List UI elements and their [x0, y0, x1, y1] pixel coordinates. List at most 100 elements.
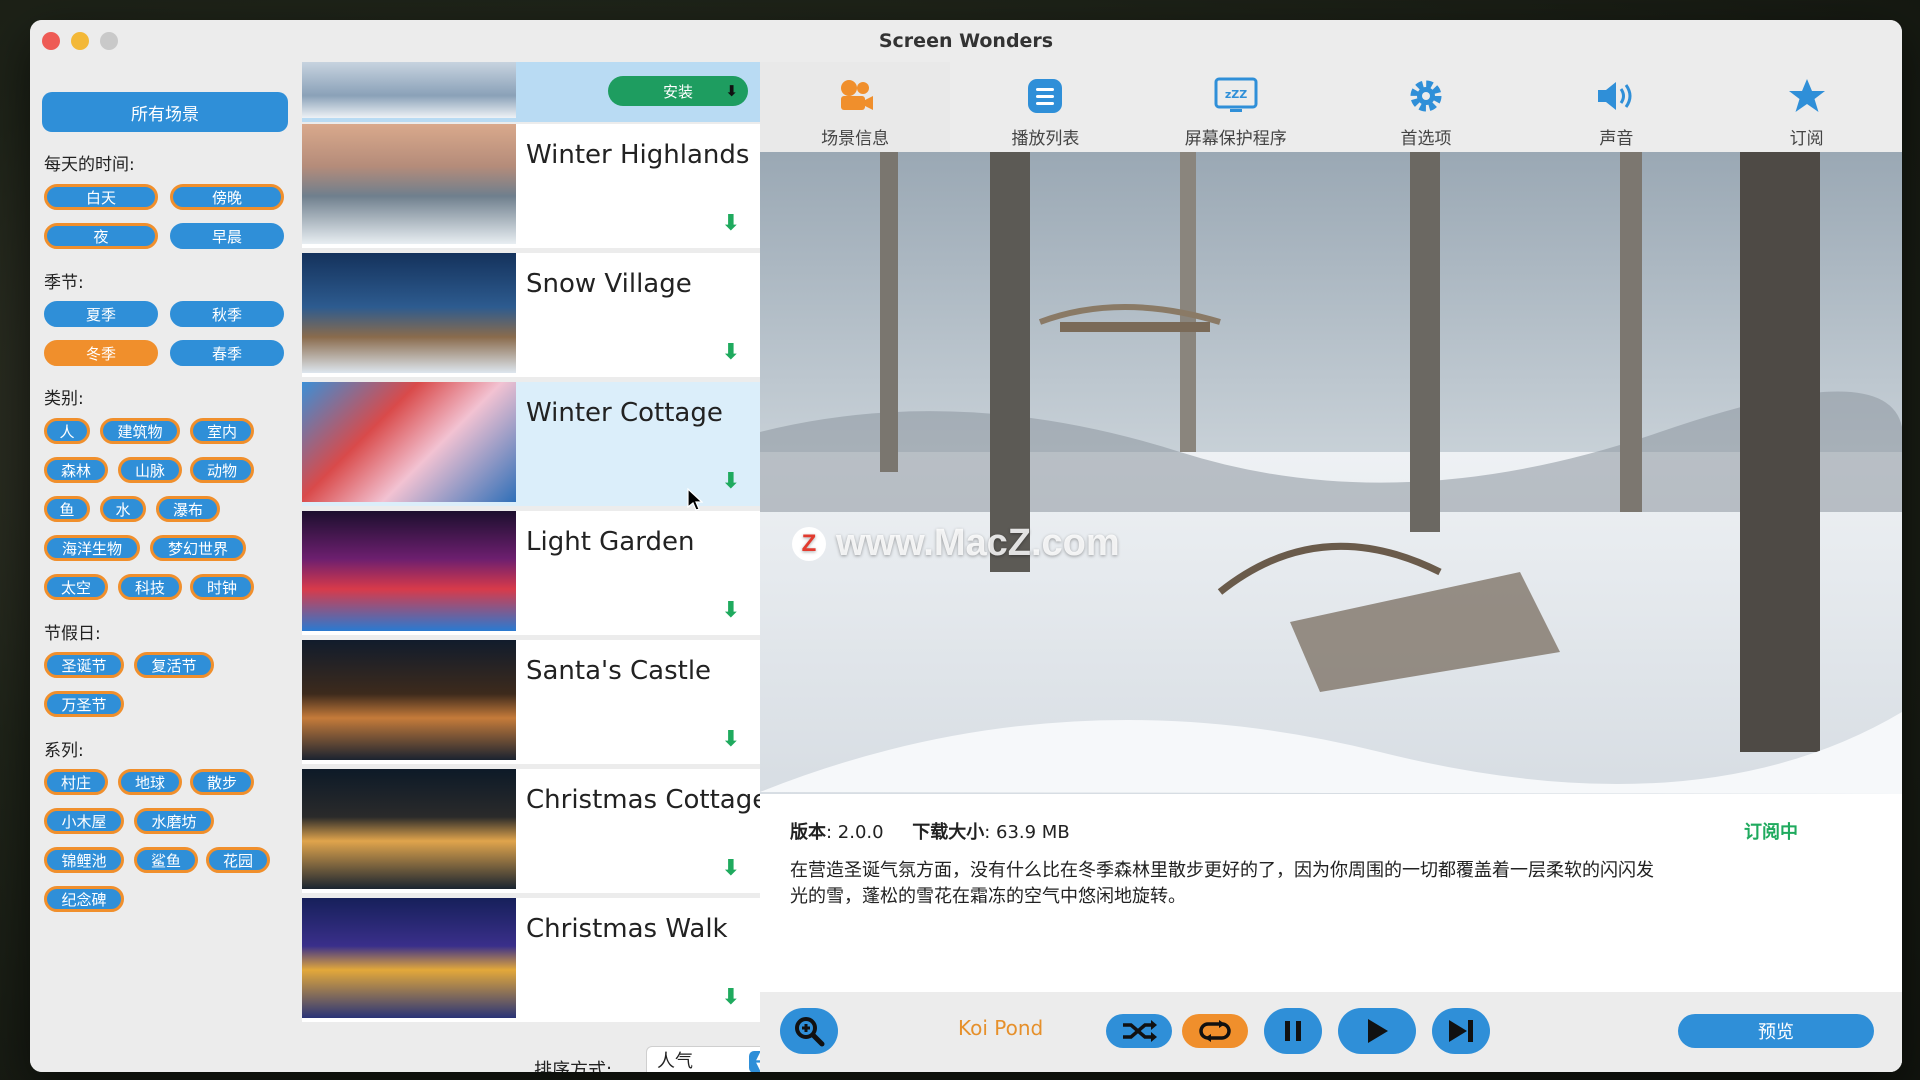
list-item[interactable]: Winter Highlands ⬇: [302, 124, 760, 248]
download-icon[interactable]: ⬇: [722, 856, 740, 881]
tag-technology[interactable]: 科技: [118, 574, 182, 600]
tag-easter[interactable]: 复活节: [134, 652, 214, 678]
watermark-logo: Z: [792, 526, 826, 561]
scene-info-panel: 版本: 2.0.0 下载大小: 63.9 MB 订阅中 在营造圣诞气氛方面，没有…: [760, 794, 1902, 992]
list-item[interactable]: Christmas Walk ⬇: [302, 898, 760, 1022]
tab-label: 场景信息: [821, 129, 890, 149]
tag-mountains[interactable]: 山脉: [118, 457, 182, 483]
list-icon: [1023, 74, 1067, 118]
download-icon[interactable]: ⬇: [722, 340, 740, 365]
scene-thumbnail: [302, 253, 516, 373]
play-icon: [1368, 1019, 1388, 1043]
now-playing-scene: Koi Pond: [958, 1016, 1044, 1040]
star-icon: [1785, 74, 1829, 118]
toolbar-tabs: 场景信息 播放列表 zZZ 屏幕保护程序 首选项 声音 订阅: [760, 62, 1902, 152]
download-icon[interactable]: ⬇: [722, 211, 740, 236]
section-title-time: 每天的时间:: [44, 155, 135, 175]
download-icon[interactable]: ⬇: [722, 598, 740, 623]
subscription-status: 订阅中: [1744, 822, 1798, 843]
tag-animals[interactable]: 动物: [190, 457, 254, 483]
tag-koi-pond[interactable]: 锦鲤池: [44, 847, 124, 873]
sort-dropdown[interactable]: 人气 ▲▼: [646, 1046, 776, 1072]
watermark-text: www.MacZ.com: [836, 522, 1120, 564]
tab-label: 屏幕保护程序: [1184, 129, 1287, 149]
tag-earth[interactable]: 地球: [118, 769, 182, 795]
download-icon[interactable]: ⬇: [722, 727, 740, 752]
scene-title: Light Garden: [526, 527, 695, 557]
tab-screensaver[interactable]: zZZ 屏幕保护程序: [1141, 62, 1331, 152]
list-item[interactable]: Christmas Cottage ⬇: [302, 769, 768, 893]
pause-button[interactable]: [1264, 1008, 1322, 1054]
tag-people[interactable]: 人: [44, 418, 90, 444]
tag-night[interactable]: 夜: [44, 223, 158, 249]
app-window: Screen Wonders 所有场景 每天的时间: 白天 傍晚 夜 早晨 季节…: [30, 20, 1902, 1072]
tag-halloween[interactable]: 万圣节: [44, 691, 124, 717]
list-item[interactable]: Santa's Castle ⬇: [302, 640, 760, 764]
tag-spring[interactable]: 春季: [170, 340, 284, 366]
playback-controls: Koi Pond 预览: [760, 992, 1902, 1072]
scene-preview-image: Z www.MacZ.com: [760, 152, 1902, 794]
tag-daytime[interactable]: 白天: [44, 184, 158, 210]
screensaver-icon: zZZ: [1214, 74, 1258, 118]
shuffle-button[interactable]: [1106, 1014, 1172, 1048]
search-button[interactable]: [780, 1008, 838, 1054]
tab-preferences[interactable]: 首选项: [1331, 62, 1521, 152]
skip-forward-icon: [1449, 1020, 1473, 1042]
scene-thumbnail: [302, 382, 516, 502]
tag-walk[interactable]: 散步: [190, 769, 254, 795]
tag-buildings[interactable]: 建筑物: [100, 418, 180, 444]
tag-morning[interactable]: 早晨: [170, 223, 284, 249]
tag-fish[interactable]: 鱼: [44, 496, 90, 522]
tag-waterfall[interactable]: 瀑布: [156, 496, 220, 522]
tag-fantasy[interactable]: 梦幻世界: [150, 535, 246, 561]
close-window-button[interactable]: [42, 32, 60, 50]
tag-garden[interactable]: 花园: [206, 847, 270, 873]
download-icon[interactable]: ⬇: [722, 469, 740, 494]
tag-indoor[interactable]: 室内: [190, 418, 254, 444]
preview-button[interactable]: 预览: [1678, 1014, 1874, 1048]
tab-scene-info[interactable]: 场景信息: [760, 62, 951, 152]
all-scenes-button[interactable]: 所有场景: [42, 92, 288, 132]
tag-forest[interactable]: 森林: [44, 457, 108, 483]
tab-sound[interactable]: 声音: [1521, 62, 1711, 152]
scene-title: Santa's Castle: [526, 656, 712, 686]
tag-clocks[interactable]: 时钟: [190, 574, 254, 600]
zoom-window-button[interactable]: [100, 32, 118, 50]
tag-shark[interactable]: 鲨鱼: [134, 847, 198, 873]
repeat-icon: [1199, 1020, 1231, 1042]
minimize-window-button[interactable]: [71, 32, 89, 50]
list-item[interactable]: Snow Village ⬇: [302, 253, 760, 377]
tag-monument[interactable]: 纪念碑: [44, 886, 124, 912]
download-icon[interactable]: ⬇: [722, 985, 740, 1010]
scene-thumbnail: [302, 640, 516, 760]
section-title-season: 季节:: [44, 273, 84, 293]
tag-watermill[interactable]: 水磨坊: [134, 808, 214, 834]
tag-summer[interactable]: 夏季: [44, 301, 158, 327]
tag-village[interactable]: 村庄: [44, 769, 108, 795]
tag-winter[interactable]: 冬季: [44, 340, 158, 366]
repeat-button[interactable]: [1182, 1014, 1248, 1048]
scene-title: Winter Cottage: [526, 398, 723, 428]
next-button[interactable]: [1432, 1008, 1490, 1054]
window-controls: [42, 32, 118, 50]
mouse-cursor-icon: [687, 488, 703, 511]
tag-autumn[interactable]: 秋季: [170, 301, 284, 327]
tag-evening[interactable]: 傍晚: [170, 184, 284, 210]
version-label: 版本: [790, 822, 826, 843]
install-button[interactable]: 安装 ⬇: [608, 76, 748, 106]
tag-sea-life[interactable]: 海洋生物: [44, 535, 140, 561]
tab-label: 首选项: [1400, 129, 1452, 149]
tab-subscribe[interactable]: 订阅: [1711, 62, 1901, 152]
list-item[interactable]: Light Garden ⬇: [302, 511, 760, 635]
tag-water[interactable]: 水: [100, 496, 146, 522]
tag-cabin[interactable]: 小木屋: [44, 808, 124, 834]
tab-label: 声音: [1599, 129, 1634, 149]
pause-icon: [1285, 1021, 1301, 1041]
play-button[interactable]: [1338, 1008, 1416, 1054]
tag-space[interactable]: 太空: [44, 574, 108, 600]
svg-text:zZZ: zZZ: [1225, 88, 1247, 101]
list-item[interactable]: 安装 ⬇: [302, 62, 760, 122]
tag-christmas[interactable]: 圣诞节: [44, 652, 124, 678]
scene-title: Christmas Walk: [526, 914, 728, 944]
tab-playlist[interactable]: 播放列表: [950, 62, 1140, 152]
